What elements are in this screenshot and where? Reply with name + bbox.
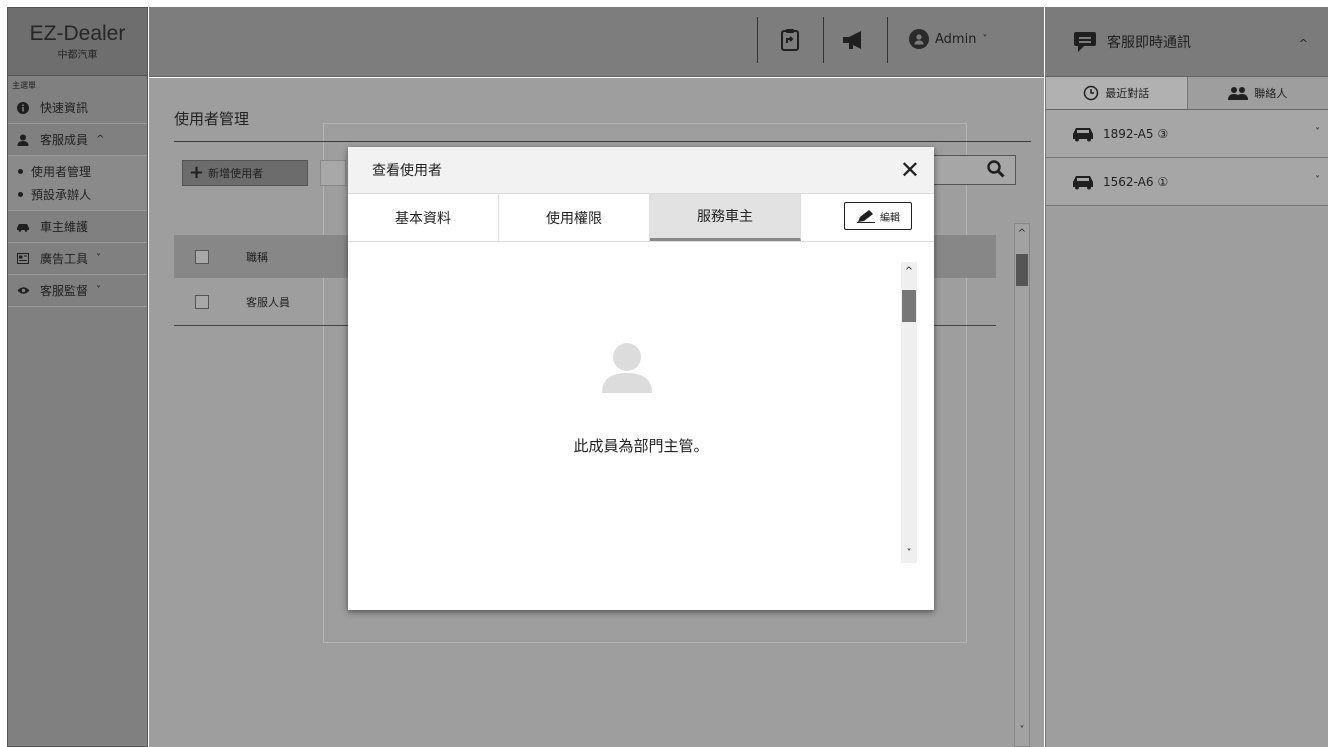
scrollbar[interactable]: ^ ˅ (1014, 223, 1030, 747)
column-header-job-title: 職稱 (246, 250, 268, 264)
empty-state-message: 此成員為部門主管。 (573, 437, 709, 455)
chat-header[interactable]: 客服即時通訊 ^ (1046, 7, 1328, 77)
sidebar-item-label: 客服成員 (40, 133, 89, 147)
select-all-checkbox[interactable] (195, 249, 209, 264)
sidebar-item-label: 快速資訊 (40, 101, 89, 115)
edit-button[interactable] (320, 160, 346, 186)
divider (174, 141, 1031, 142)
brand-name: EZ-Dealer (29, 21, 126, 45)
divider (757, 17, 758, 63)
modal-header: 查看使用者 ✕ (348, 147, 934, 194)
page-title: 使用者管理 (174, 110, 250, 128)
sidebar-item-label: 車主維護 (40, 220, 89, 234)
car-icon (1071, 126, 1095, 142)
edit-label: 編輯 (880, 212, 900, 224)
divider (823, 17, 824, 63)
close-icon[interactable]: ✕ (900, 156, 920, 184)
chat-list-item[interactable]: 1562-A6 ① ˅ (1046, 158, 1328, 206)
sidebar-item-service-members[interactable]: 客服成員 ^ (8, 124, 147, 156)
add-user-button[interactable]: + 新增使用者 (182, 160, 308, 186)
chat-title: 客服即時通訊 (1107, 34, 1191, 51)
search-icon (987, 159, 1005, 181)
chat-panel: 客服即時通訊 ^ 最近對話 聯絡人 1892-A5 ③ ˅ 1562-A6 ① … (1045, 7, 1328, 747)
tab-contacts[interactable]: 聯絡人 (1188, 77, 1328, 109)
info-icon (16, 101, 30, 115)
car-icon (16, 220, 30, 234)
row-checkbox[interactable] (195, 294, 209, 309)
table-cell: 客服人員 (246, 295, 290, 309)
tab-recent-conversations[interactable]: 最近對話 (1046, 77, 1188, 109)
chat-bubble-icon (1073, 31, 1097, 53)
newspaper-icon (16, 252, 30, 266)
sidebar-item-label: 客服監督 (40, 284, 89, 298)
chevron-down-icon[interactable]: ˅ (901, 548, 917, 559)
add-user-label: 新增使用者 (208, 167, 264, 180)
pencil-icon (856, 209, 876, 223)
unread-count-badge: ③ (1157, 126, 1169, 141)
chevron-down-icon: ˅ (96, 285, 102, 296)
car-icon (1071, 174, 1095, 190)
plate-number: 1892-A5 (1103, 126, 1154, 141)
chevron-up-icon[interactable]: ^ (1016, 228, 1028, 239)
modal-body: 此成員為部門主管。 ^ ˅ (348, 242, 934, 608)
clock-icon (1083, 85, 1099, 101)
sidebar-item-label: 預設承辦人 (31, 188, 92, 202)
tab-basic-info[interactable]: 基本資料 (348, 194, 499, 241)
scrollbar-thumb[interactable] (902, 290, 916, 322)
clipboard-icon[interactable] (776, 26, 804, 54)
plus-icon: + (189, 162, 205, 183)
divider (887, 17, 888, 63)
chevron-down-icon[interactable]: ˅ (1315, 175, 1320, 186)
eye-icon (16, 284, 30, 298)
tab-permissions[interactable]: 使用權限 (499, 194, 650, 241)
modal-scrollbar[interactable]: ^ ˅ (901, 262, 917, 563)
sidebar-item-quick-info[interactable]: 快速資訊 (8, 92, 147, 124)
sidebar-item-label: 使用者管理 (31, 165, 92, 179)
chat-tabs: 最近對話 聯絡人 (1046, 77, 1328, 110)
bullet-icon (18, 192, 23, 197)
avatar (909, 29, 929, 49)
chevron-up-icon[interactable]: ^ (1299, 37, 1308, 50)
chevron-down-icon: ˅ (982, 33, 988, 45)
chevron-down-icon[interactable]: ˅ (1315, 127, 1320, 138)
edit-button[interactable]: 編輯 (844, 202, 912, 230)
sidebar-item-user-management[interactable]: 使用者管理 (8, 160, 147, 183)
bullet-icon (18, 169, 23, 174)
admin-menu[interactable]: Admin ˅ (909, 29, 987, 49)
scrollbar-thumb[interactable] (1016, 254, 1028, 286)
view-user-modal: 查看使用者 ✕ 基本資料 使用權限 服務車主 編輯 此成員為部門主管。 ^ ˅ (348, 147, 934, 610)
sidebar-item-owner-maintenance[interactable]: 車主維護 (8, 211, 147, 243)
unread-count-badge: ① (1157, 174, 1169, 189)
tab-label: 聯絡人 (1254, 87, 1288, 100)
sidebar-item-default-handler[interactable]: 預設承辦人 (8, 183, 147, 206)
tab-service-owners[interactable]: 服務車主 (650, 194, 801, 241)
brand-logo[interactable]: EZ-Dealer 中都汽車 (8, 8, 147, 76)
admin-label: Admin (935, 31, 977, 47)
contacts-icon (1228, 86, 1249, 100)
brand-subtitle: 中都汽車 (57, 49, 98, 61)
search-button[interactable] (924, 155, 1016, 185)
user-icon (598, 337, 656, 398)
top-bar: Admin ˅ (149, 7, 1044, 77)
chevron-down-icon: ˅ (96, 253, 102, 264)
tab-label: 最近對話 (1105, 87, 1150, 100)
megaphone-icon[interactable] (840, 26, 868, 54)
sidebar-item-label: 廣告工具 (40, 252, 89, 266)
sidebar: EZ-Dealer 中都汽車 主選單 快速資訊 客服成員 ^ 使用者管理 預設承… (7, 7, 148, 747)
plate-number: 1562-A6 (1103, 174, 1154, 189)
sidebar-submenu: 使用者管理 預設承辦人 (8, 156, 147, 211)
chevron-up-icon: ^ (96, 134, 105, 145)
chat-list-item[interactable]: 1892-A5 ③ ˅ (1046, 110, 1328, 158)
modal-tabs: 基本資料 使用權限 服務車主 編輯 (348, 194, 934, 242)
sidebar-item-service-monitor[interactable]: 客服監督 ˅ (8, 275, 147, 307)
chevron-down-icon[interactable]: ˅ (1016, 725, 1028, 736)
sidebar-item-ad-tools[interactable]: 廣告工具 ˅ (8, 243, 147, 275)
chevron-up-icon[interactable]: ^ (901, 266, 917, 277)
menu-caption: 主選單 (12, 81, 36, 90)
user-icon (16, 133, 30, 147)
modal-title: 查看使用者 (372, 163, 442, 179)
